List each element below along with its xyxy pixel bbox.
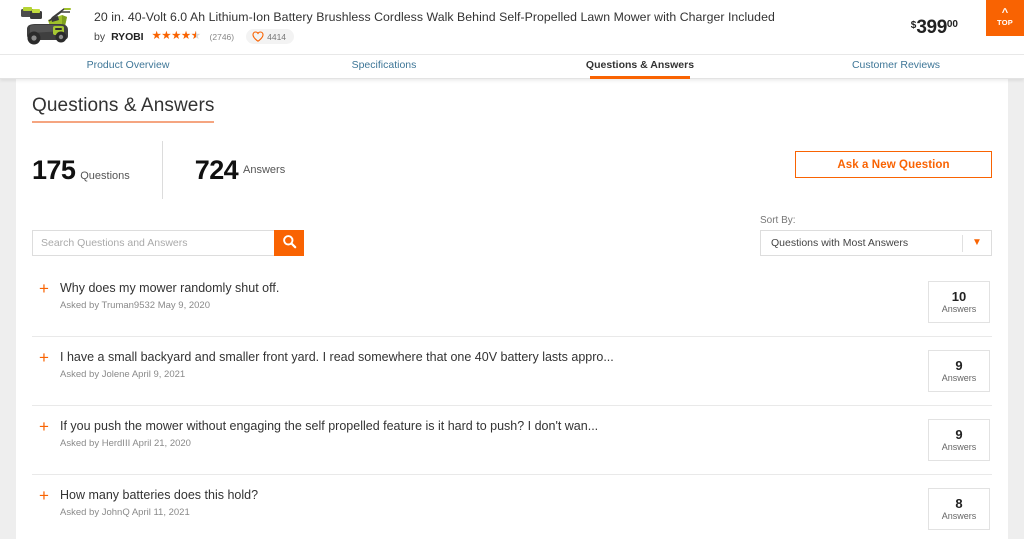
star-half-icon: ★ [191,30,201,43]
question-row[interactable]: + Why does my mower randomly shut off. A… [32,268,992,336]
question-title[interactable]: I have a small backyard and smaller fron… [60,350,908,365]
tab-questions-answers[interactable]: Questions & Answers [512,55,768,79]
ask-a-new-question-button[interactable]: Ask a New Question [795,151,992,178]
expand-plus-icon[interactable]: + [32,349,60,366]
brand-name[interactable]: RYOBI [111,31,143,43]
search-input[interactable] [32,230,274,256]
qa-content-card: Questions & Answers 175 Questions 724 An… [16,79,1008,539]
by-label: by [94,30,106,43]
qa-sort: Sort By: Questions with Most Answers ▼ [760,215,992,256]
expand-plus-icon[interactable]: + [32,418,60,435]
answer-count-label: Answers [941,511,977,521]
question-asked-by: Asked by Jolene April 9, 2021 [60,369,186,380]
question-asked-by: Asked by JohnQ April 11, 2021 [60,507,190,518]
answer-count-box[interactable]: 10 Answers [928,281,990,323]
answer-count-box[interactable]: 9 Answers [928,350,990,392]
qa-stats: 175 Questions 724 Answers [32,141,317,199]
favorite-pill[interactable]: 4414 [246,29,295,44]
tab-specifications[interactable]: Specifications [256,55,512,79]
tab-customer-reviews[interactable]: Customer Reviews [768,55,1024,79]
page-title: Questions & Answers [32,95,215,123]
chevron-up-icon: ^ [1001,7,1009,19]
question-main: If you push the mower without engaging t… [60,419,928,449]
question-title[interactable]: How many batteries does this hold? [60,488,908,503]
question-asked-by: Asked by Truman9532 May 9, 2020 [60,300,210,311]
qa-heading-wrap: Questions & Answers [24,79,1000,123]
heart-icon [252,31,264,42]
back-to-top-button[interactable]: ^ TOP [986,0,1024,36]
question-main: I have a small backyard and smaller fron… [60,350,928,380]
qa-controls-row: Sort By: Questions with Most Answers ▼ [24,199,1000,256]
product-info: 20 in. 40-Volt 6.0 Ah Lithium-Ion Batter… [94,10,911,44]
product-header: 20 in. 40-Volt 6.0 Ah Lithium-Ion Batter… [0,0,1024,55]
star-icon: ★ [171,29,181,42]
back-to-top-label: TOP [997,18,1013,27]
answer-count-box[interactable]: 8 Answers [928,488,990,530]
question-row[interactable]: + I have a small backyard and smaller fr… [32,336,992,405]
questions-list: + Why does my mower randomly shut off. A… [24,268,1000,539]
product-price: $ 399 00 [911,18,958,37]
questions-count: 175 [32,155,76,185]
answer-count: 10 [951,289,967,304]
stat-answers: 724 Answers [161,141,317,199]
price-dollars: 399 [916,16,947,38]
answers-count: 724 [194,155,239,185]
star-icon: ★ [151,29,162,42]
questions-count-label: Questions [80,170,130,182]
sort-by-selected-value: Questions with Most Answers [771,237,909,249]
answer-count: 9 [955,358,963,373]
stat-questions: 175 Questions [32,155,162,185]
chevron-down-icon: ▼ [972,237,982,248]
search-button[interactable] [274,230,304,256]
answer-count: 9 [955,427,963,442]
expand-plus-icon[interactable]: + [32,487,60,504]
search-icon [282,234,297,252]
question-main: Why does my mower randomly shut off. Ask… [60,281,928,311]
expand-plus-icon[interactable]: + [32,280,60,297]
page-body: Questions & Answers 175 Questions 724 An… [0,79,1024,539]
price-cents: 00 [946,18,958,30]
question-title[interactable]: If you push the mower without engaging t… [60,419,908,434]
question-row[interactable]: + If you push the mower without engaging… [32,405,992,474]
star-icon: ★ [180,29,191,42]
qa-search [32,230,304,256]
answer-count-label: Answers [941,304,977,314]
qa-stats-row: 175 Questions 724 Answers Ask a New Ques… [24,123,1000,199]
question-asked-by: Asked by HerdIII April 21, 2020 [60,438,191,449]
answers-count-label: Answers [243,164,286,176]
product-title[interactable]: 20 in. 40-Volt 6.0 Ah Lithium-Ion Batter… [94,10,911,25]
question-row[interactable]: + How many batteries does this hold? Ask… [32,474,992,539]
question-title[interactable]: Why does my mower randomly shut off. [60,281,908,296]
sort-by-select[interactable]: Questions with Most Answers ▼ [760,230,992,256]
answer-count-box[interactable]: 9 Answers [928,419,990,461]
product-meta: by RYOBI ★ ★ ★ ★ ★ (2746) 4414 [94,29,911,44]
answer-count: 8 [955,496,963,511]
answer-count-label: Answers [941,442,977,452]
sort-by-label: Sort By: [760,215,796,226]
tab-product-overview[interactable]: Product Overview [0,55,256,79]
product-nav-tabs: Product Overview Specifications Question… [0,55,1024,79]
answer-count-label: Answers [941,373,977,383]
star-icon: ★ [161,29,172,42]
product-thumbnail-image[interactable] [18,4,80,50]
favorite-count: 4414 [267,31,287,42]
question-main: How many batteries does this hold? Asked… [60,488,928,518]
review-count[interactable]: (2746) [210,32,235,42]
star-rating[interactable]: ★ ★ ★ ★ ★ [151,29,201,43]
